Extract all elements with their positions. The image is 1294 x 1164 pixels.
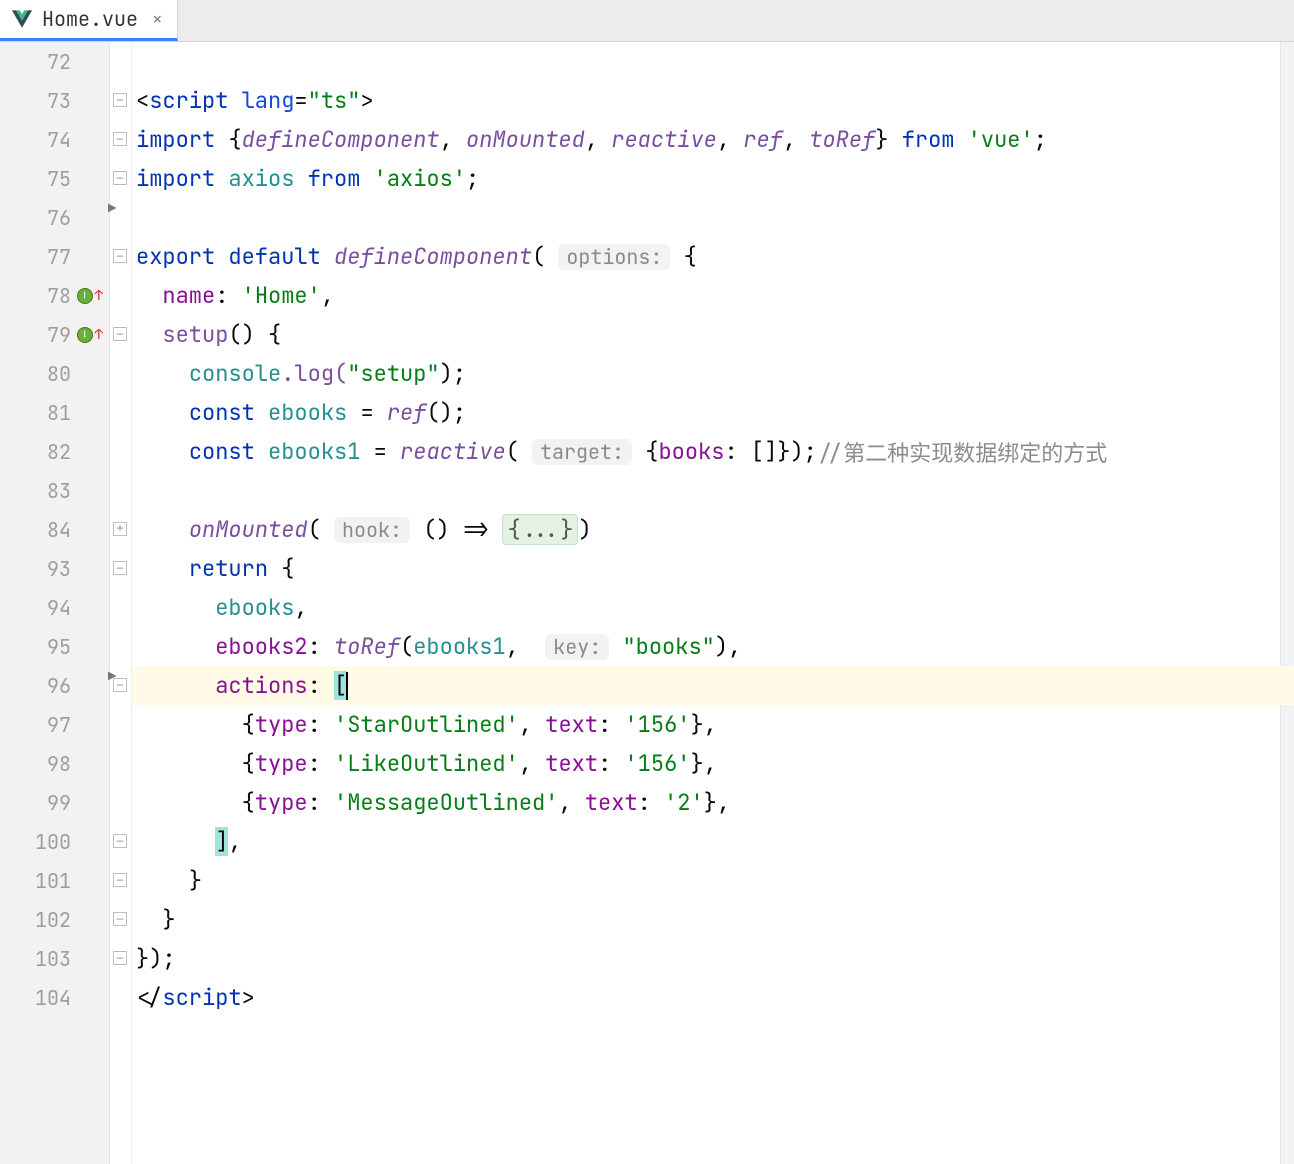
tab-home-vue[interactable]: Home.vue × bbox=[0, 0, 178, 41]
code-editor[interactable]: 72 73 74 75 76 77 78 ↑ 79 ↑ 80 81 82 83 84… bbox=[0, 42, 1294, 1164]
fold-toggle[interactable]: – bbox=[113, 327, 127, 341]
fold-column: – – – ▶ – – + – ▶ – – – – – bbox=[110, 42, 132, 1164]
line-number: 80 bbox=[47, 361, 71, 387]
code-line-current[interactable]: actions: [ bbox=[132, 666, 1294, 705]
code-line[interactable]: onMounted( hook: () => {...}) bbox=[132, 510, 1294, 549]
fold-toggle[interactable]: – bbox=[113, 912, 127, 926]
code-line[interactable]: } bbox=[132, 900, 1294, 939]
close-icon[interactable]: × bbox=[152, 8, 163, 31]
code-line[interactable]: ], bbox=[132, 822, 1294, 861]
line-number: 81 bbox=[47, 400, 71, 426]
line-number: 94 bbox=[47, 595, 71, 621]
line-number: 73 bbox=[47, 88, 71, 114]
fold-toggle[interactable]: – bbox=[113, 171, 127, 185]
code-line[interactable]: import axios from 'axios'; bbox=[132, 159, 1294, 198]
line-number: 102 bbox=[35, 907, 71, 933]
bookmark-arrow-icon: ▶ bbox=[108, 200, 116, 218]
fold-toggle[interactable]: – bbox=[113, 678, 127, 692]
line-number: 78 bbox=[47, 283, 71, 309]
tab-bar: Home.vue × bbox=[0, 0, 1294, 42]
line-number: 76 bbox=[47, 205, 71, 231]
inlay-hint: hook: bbox=[334, 517, 410, 543]
code-line[interactable]: } bbox=[132, 861, 1294, 900]
code-line[interactable] bbox=[132, 198, 1294, 237]
code-line[interactable]: {type: 'MessageOutlined', text: '2'}, bbox=[132, 783, 1294, 822]
line-number: 75 bbox=[47, 166, 71, 192]
code-area[interactable]: <script lang="ts"> import {defineCompone… bbox=[132, 42, 1294, 1164]
tab-filename: Home.vue bbox=[42, 6, 138, 32]
line-number: 79 bbox=[47, 322, 71, 348]
line-number: 77 bbox=[47, 244, 71, 270]
fold-toggle[interactable]: – bbox=[113, 132, 127, 146]
code-line[interactable]: </script> bbox=[132, 978, 1294, 1017]
line-number: 84 bbox=[47, 517, 71, 543]
fold-toggle[interactable]: – bbox=[113, 951, 127, 965]
gutter-marker[interactable]: ↑ bbox=[77, 287, 103, 305]
gutter-marker[interactable]: ↑ bbox=[77, 326, 103, 344]
inlay-hint: target: bbox=[532, 439, 632, 465]
folded-region[interactable]: {...} bbox=[502, 514, 578, 545]
line-number: 74 bbox=[47, 127, 71, 153]
code-line[interactable]: const ebooks1 = reactive( target: {books… bbox=[132, 432, 1294, 471]
fold-toggle[interactable]: – bbox=[113, 249, 127, 263]
vue-icon bbox=[12, 10, 32, 28]
code-line[interactable]: }); bbox=[132, 939, 1294, 978]
line-number: 96 bbox=[47, 673, 71, 699]
line-number: 103 bbox=[35, 946, 71, 972]
code-line[interactable] bbox=[132, 471, 1294, 510]
line-number: 101 bbox=[35, 868, 71, 894]
code-line[interactable]: name: 'Home', bbox=[132, 276, 1294, 315]
line-number: 97 bbox=[47, 712, 71, 738]
code-line[interactable]: {type: 'LikeOutlined', text: '156'}, bbox=[132, 744, 1294, 783]
fold-toggle[interactable]: – bbox=[113, 93, 127, 107]
code-line[interactable]: return { bbox=[132, 549, 1294, 588]
code-line[interactable]: const ebooks = ref(); bbox=[132, 393, 1294, 432]
code-line[interactable]: <script lang="ts"> bbox=[132, 81, 1294, 120]
fold-toggle[interactable]: – bbox=[113, 873, 127, 887]
code-line[interactable]: {type: 'StarOutlined', text: '156'}, bbox=[132, 705, 1294, 744]
code-line[interactable] bbox=[132, 42, 1294, 81]
line-number: 93 bbox=[47, 556, 71, 582]
code-line[interactable]: import {defineComponent, onMounted, reac… bbox=[132, 120, 1294, 159]
inlay-hint: key: bbox=[545, 634, 609, 660]
code-line[interactable]: console.log("setup"); bbox=[132, 354, 1294, 393]
line-number: 100 bbox=[35, 829, 71, 855]
fold-toggle[interactable]: – bbox=[113, 834, 127, 848]
inlay-hint: options: bbox=[558, 244, 670, 270]
code-line[interactable]: ebooks, bbox=[132, 588, 1294, 627]
line-number: 72 bbox=[47, 49, 71, 75]
line-number: 82 bbox=[47, 439, 71, 465]
code-line[interactable]: setup() { bbox=[132, 315, 1294, 354]
line-number: 104 bbox=[35, 985, 71, 1011]
fold-toggle[interactable]: – bbox=[113, 561, 127, 575]
code-line[interactable]: export default defineComponent( options:… bbox=[132, 237, 1294, 276]
line-number: 98 bbox=[47, 751, 71, 777]
line-number: 95 bbox=[47, 634, 71, 660]
line-number: 83 bbox=[47, 478, 71, 504]
fold-toggle[interactable]: + bbox=[113, 522, 127, 536]
line-number: 99 bbox=[47, 790, 71, 816]
caret bbox=[346, 672, 348, 700]
gutter: 72 73 74 75 76 77 78 ↑ 79 ↑ 80 81 82 83 84… bbox=[0, 42, 110, 1164]
code-line[interactable]: ebooks2: toRef(ebooks1, key: "books"), bbox=[132, 627, 1294, 666]
